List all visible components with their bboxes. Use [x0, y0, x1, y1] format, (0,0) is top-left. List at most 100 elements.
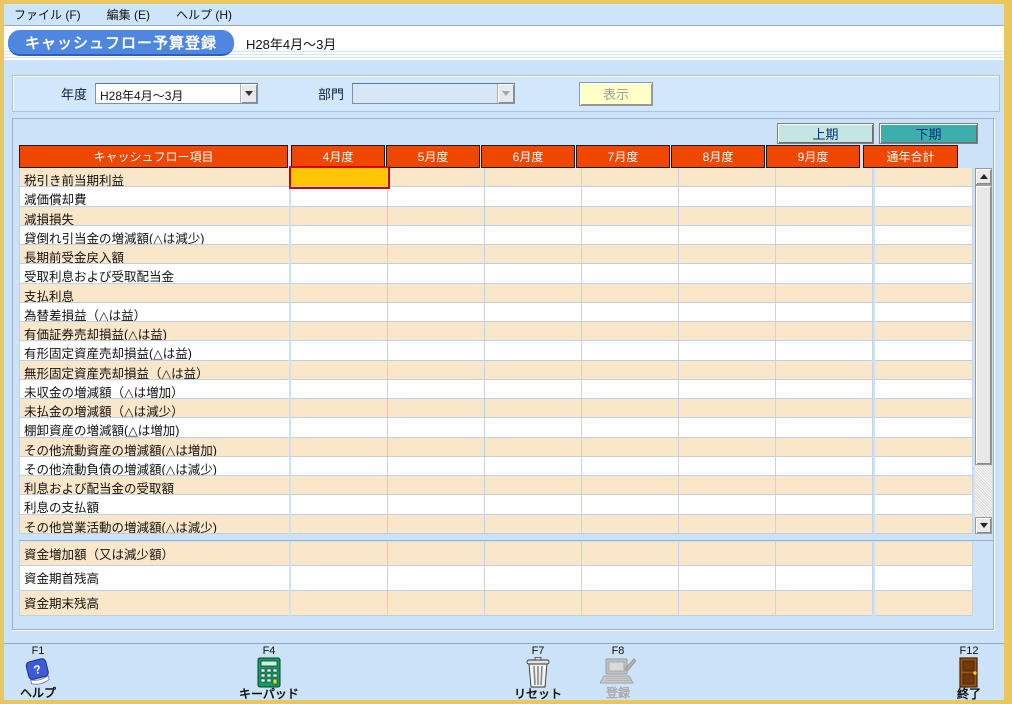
value-cell[interactable]	[388, 542, 485, 567]
value-cell[interactable]	[679, 207, 776, 226]
value-cell[interactable]	[582, 591, 679, 616]
value-cell[interactable]	[679, 322, 776, 341]
scrollbar-track[interactable]	[975, 465, 992, 517]
value-cell[interactable]	[291, 226, 388, 245]
value-cell[interactable]	[776, 322, 873, 341]
selected-cell[interactable]	[291, 168, 388, 187]
value-cell[interactable]	[582, 207, 679, 226]
value-cell[interactable]	[679, 187, 776, 206]
value-cell[interactable]	[291, 476, 388, 495]
value-cell[interactable]	[679, 361, 776, 380]
value-cell[interactable]	[679, 245, 776, 264]
value-cell[interactable]	[875, 207, 973, 226]
value-cell[interactable]	[485, 226, 582, 245]
value-cell[interactable]	[582, 515, 679, 534]
value-cell[interactable]	[291, 457, 388, 476]
value-cell[interactable]	[582, 284, 679, 303]
year-select-arrow-button[interactable]	[240, 84, 257, 103]
menu-item[interactable]: ファイル (F)	[12, 4, 83, 25]
value-cell[interactable]	[776, 303, 873, 322]
value-cell[interactable]	[679, 380, 776, 399]
value-cell[interactable]	[388, 380, 485, 399]
value-cell[interactable]	[679, 476, 776, 495]
value-cell[interactable]	[388, 245, 485, 264]
value-cell[interactable]	[875, 380, 973, 399]
value-cell[interactable]	[291, 303, 388, 322]
value-cell[interactable]	[291, 361, 388, 380]
value-cell[interactable]	[776, 418, 873, 437]
value-cell[interactable]	[388, 495, 485, 514]
value-cell[interactable]	[485, 187, 582, 206]
value-cell[interactable]	[776, 591, 873, 616]
value-cell[interactable]	[291, 264, 388, 283]
value-cell[interactable]	[679, 542, 776, 567]
value-cell[interactable]	[875, 438, 973, 457]
value-cell[interactable]	[582, 245, 679, 264]
value-cell[interactable]	[776, 399, 873, 418]
value-cell[interactable]	[679, 284, 776, 303]
toolbar-button-f12[interactable]: F12終了	[936, 645, 1002, 700]
value-cell[interactable]	[776, 438, 873, 457]
value-cell[interactable]	[582, 168, 679, 187]
value-cell[interactable]	[388, 476, 485, 495]
scroll-down-button[interactable]	[975, 517, 992, 534]
value-cell[interactable]	[582, 380, 679, 399]
value-cell[interactable]	[388, 303, 485, 322]
value-cell[interactable]	[875, 418, 973, 437]
value-cell[interactable]	[388, 226, 485, 245]
value-cell[interactable]	[776, 361, 873, 380]
value-cell[interactable]	[485, 207, 582, 226]
value-cell[interactable]	[875, 168, 973, 187]
value-cell[interactable]	[776, 168, 873, 187]
value-cell[interactable]	[582, 322, 679, 341]
value-cell[interactable]	[679, 418, 776, 437]
value-cell[interactable]	[776, 515, 873, 534]
toolbar-button-f7[interactable]: F7リセット	[505, 645, 571, 700]
value-cell[interactable]	[582, 303, 679, 322]
year-select[interactable]: H28年4月～3月	[95, 83, 258, 104]
value-cell[interactable]	[875, 495, 973, 514]
value-cell[interactable]	[679, 264, 776, 283]
value-cell[interactable]	[875, 361, 973, 380]
value-cell[interactable]	[388, 515, 485, 534]
value-cell[interactable]	[875, 566, 973, 591]
tab-first-half[interactable]: 上期	[777, 123, 874, 144]
value-cell[interactable]	[776, 457, 873, 476]
value-cell[interactable]	[679, 591, 776, 616]
value-cell[interactable]	[679, 226, 776, 245]
toolbar-button-f4[interactable]: F4キーパッド	[236, 645, 302, 700]
value-cell[interactable]	[679, 303, 776, 322]
value-cell[interactable]	[388, 566, 485, 591]
value-cell[interactable]	[485, 438, 582, 457]
value-cell[interactable]	[388, 361, 485, 380]
value-cell[interactable]	[875, 245, 973, 264]
value-cell[interactable]	[485, 457, 582, 476]
value-cell[interactable]	[776, 226, 873, 245]
value-cell[interactable]	[291, 207, 388, 226]
value-cell[interactable]	[291, 187, 388, 206]
value-cell[interactable]	[582, 566, 679, 591]
value-cell[interactable]	[875, 542, 973, 567]
value-cell[interactable]	[291, 438, 388, 457]
value-cell[interactable]	[776, 245, 873, 264]
value-cell[interactable]	[776, 476, 873, 495]
value-cell[interactable]	[875, 226, 973, 245]
value-cell[interactable]	[485, 361, 582, 380]
toolbar-button-f1[interactable]: F1?ヘルプ	[5, 645, 71, 700]
value-cell[interactable]	[875, 187, 973, 206]
value-cell[interactable]	[388, 341, 485, 360]
value-cell[interactable]	[582, 495, 679, 514]
tab-second-half[interactable]: 下期	[879, 123, 978, 144]
value-cell[interactable]	[679, 566, 776, 591]
value-cell[interactable]	[291, 284, 388, 303]
value-cell[interactable]	[582, 361, 679, 380]
value-cell[interactable]	[875, 303, 973, 322]
value-cell[interactable]	[679, 399, 776, 418]
value-cell[interactable]	[776, 284, 873, 303]
value-cell[interactable]	[776, 264, 873, 283]
value-cell[interactable]	[875, 515, 973, 534]
value-cell[interactable]	[388, 418, 485, 437]
value-cell[interactable]	[875, 284, 973, 303]
value-cell[interactable]	[485, 245, 582, 264]
value-cell[interactable]	[291, 515, 388, 534]
